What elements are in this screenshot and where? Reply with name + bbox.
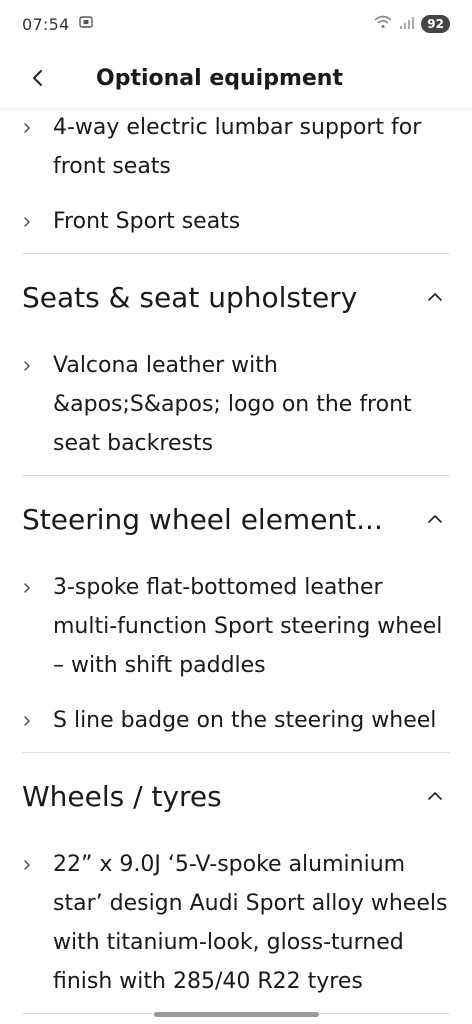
back-button[interactable] <box>8 48 68 108</box>
section-title: Steering wheel element... <box>22 502 383 536</box>
signal-icon <box>399 15 415 34</box>
screen: 07:54 92 Optional equipment 4-way electr… <box>0 0 472 1024</box>
chevron-right-icon <box>24 860 30 870</box>
list-item[interactable]: Valcona leather with &apos;S&apos; logo … <box>0 346 472 463</box>
page-title: Optional equipment <box>96 65 343 91</box>
status-bar: 07:54 92 <box>0 0 472 48</box>
list-item[interactable]: 3-spoke flat-bottomed leather multi-func… <box>0 568 472 685</box>
equipment-list[interactable]: 4-way electric lumbar support for front … <box>0 108 472 1024</box>
chevron-left-icon <box>33 70 42 86</box>
list-item-label: Front Sport seats <box>53 209 241 234</box>
section-header-wheels[interactable]: Wheels / tyres <box>0 753 472 839</box>
wifi-icon <box>373 14 393 34</box>
section-title: Wheels / tyres <box>22 779 222 813</box>
list-item[interactable]: S line badge on the steering wheel <box>0 701 472 740</box>
list-item[interactable]: Front Sport seats <box>0 202 472 241</box>
chevron-right-icon <box>24 123 30 133</box>
list-item-label: S line badge on the steering wheel <box>53 708 437 733</box>
list-item-label: 22” x 9.0J ‘5-V-spoke aluminium star’ de… <box>53 852 448 994</box>
screenshot-icon <box>78 14 94 34</box>
chevron-right-icon <box>24 716 30 726</box>
app-header: Optional equipment <box>0 48 472 108</box>
list-item-label: 3-spoke flat-bottomed leather multi-func… <box>53 575 443 678</box>
chevron-right-icon <box>24 583 30 593</box>
chevron-right-icon <box>24 361 30 371</box>
list-item[interactable]: 4-way electric lumbar support for front … <box>0 108 472 186</box>
chevron-up-icon[interactable] <box>420 282 450 312</box>
chevron-up-icon[interactable] <box>420 504 450 534</box>
section-header-seats[interactable]: Seats & seat upholstery <box>0 254 472 340</box>
chevron-up-icon[interactable] <box>420 781 450 811</box>
chevron-right-icon <box>24 217 30 227</box>
status-time: 07:54 <box>22 14 70 34</box>
list-item-label: 4-way electric lumbar support for front … <box>53 115 422 179</box>
list-item[interactable]: 22” x 9.0J ‘5-V-spoke aluminium star’ de… <box>0 845 472 1001</box>
battery-indicator: 92 <box>421 15 450 33</box>
list-item-label: Valcona leather with &apos;S&apos; logo … <box>53 353 412 456</box>
section-title: Seats & seat upholstery <box>22 280 358 314</box>
section-header-steering-wheel[interactable]: Steering wheel element... <box>0 476 472 562</box>
home-indicator[interactable] <box>154 1012 319 1017</box>
